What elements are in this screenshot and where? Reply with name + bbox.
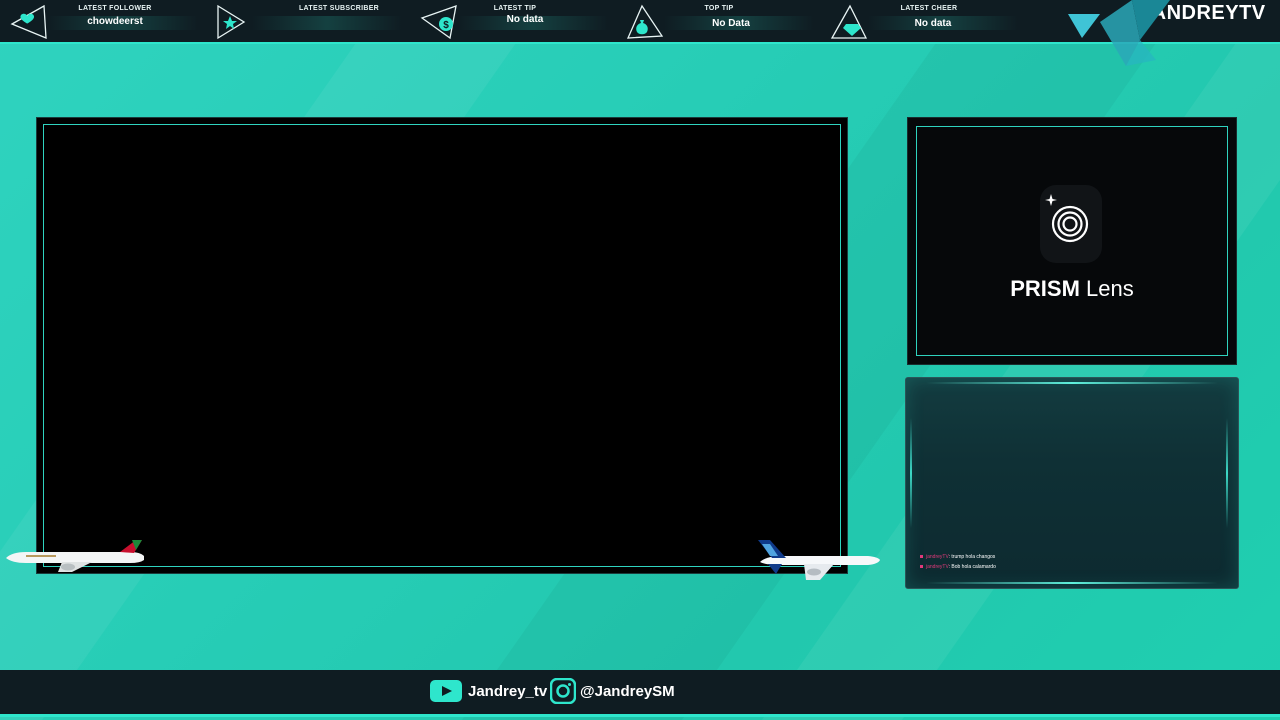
chat-text: : Bob hola calamardo [948, 564, 996, 570]
chat-glow [1226, 418, 1228, 528]
prism-lens-logo [1040, 185, 1102, 263]
prism-lens-text: PRISM Lens [908, 276, 1236, 302]
chat-username: jandreyTV [926, 564, 949, 570]
latest-cheer-widget: LATEST CHEER No data [830, 0, 1020, 42]
chat-glow [926, 382, 1218, 384]
widget-bar [252, 16, 402, 30]
youtube-handle: Jandrey_tv [468, 682, 548, 700]
chat-dot [920, 555, 923, 559]
footer-bar: Jandrey_tv @JandreySM [0, 670, 1280, 717]
chat-username: jandreyTV [926, 554, 949, 560]
top-tip-widget: TOP TIP No Data [626, 0, 816, 42]
widget-value: chowdeerst [87, 16, 143, 27]
camera-frame: PRISM Lens [907, 117, 1237, 365]
chat-box: jandreyTV: trump hola changos jandreyTV:… [905, 377, 1239, 589]
chat-glow [910, 418, 912, 528]
instagram-icon [550, 678, 576, 704]
latest-subscriber-widget: LATEST SUBSCRIBER [214, 0, 404, 42]
widget-value: No Data [712, 18, 750, 29]
widget-value: No data [506, 14, 544, 25]
chat-text: : trump hola changos [948, 554, 996, 560]
chat-glow [926, 582, 1218, 584]
youtube-link[interactable]: Jandrey_tv [430, 678, 547, 704]
youtube-icon [430, 680, 462, 702]
latest-follower-widget: LATEST FOLLOWER chowdeerst [10, 0, 200, 42]
chat-message: jandreyTV: trump hola changos [920, 554, 995, 560]
latest-tip-widget: $ LATEST TIP No data [420, 0, 610, 42]
widget-title: LATEST CHEER [900, 5, 958, 12]
widget-title: LATEST FOLLOWER [78, 5, 152, 12]
game-capture-border [43, 124, 841, 567]
widget-title: LATEST TIP [493, 5, 537, 12]
prism-name: PRISM [1010, 276, 1080, 301]
svg-text:$: $ [443, 20, 449, 31]
airplane-left [6, 540, 144, 572]
brand-decoration [1068, 0, 1170, 66]
airplane-right [758, 540, 880, 580]
widget-title: LATEST SUBSCRIBER [298, 5, 380, 12]
instagram-link[interactable]: @JandreySM [550, 678, 675, 704]
game-capture-frame [36, 117, 848, 574]
widget-title: TOP TIP [704, 5, 734, 12]
chat-dot [920, 565, 923, 569]
prism-suffix: Lens [1086, 276, 1134, 301]
chat-message: jandreyTV: Bob hola calamardo [920, 564, 996, 570]
widget-value: No data [914, 18, 952, 29]
instagram-handle: @JandreySM [580, 682, 675, 700]
star-icon [217, 4, 246, 40]
